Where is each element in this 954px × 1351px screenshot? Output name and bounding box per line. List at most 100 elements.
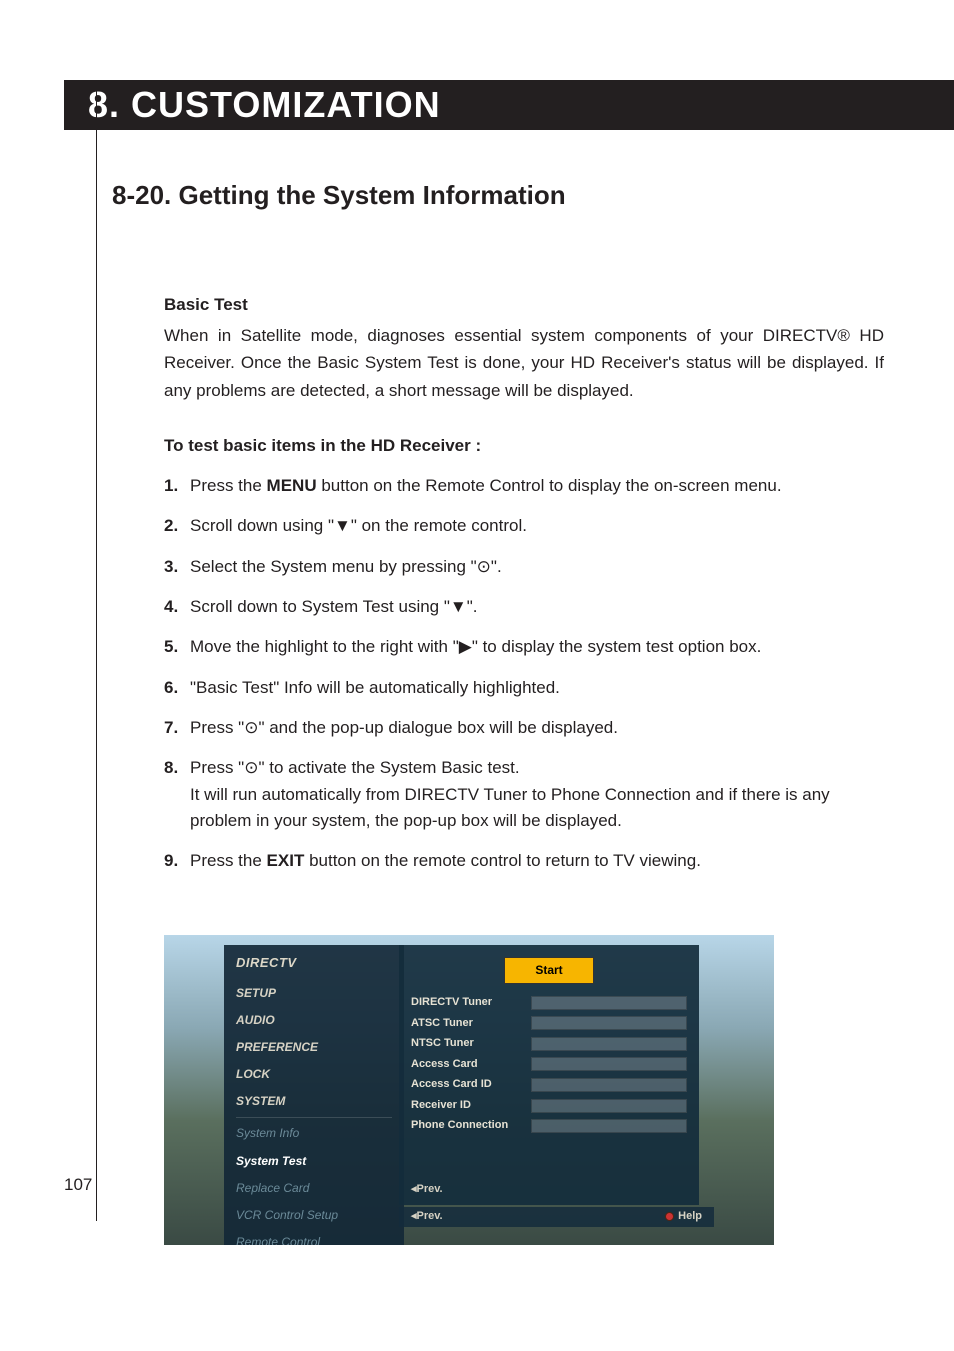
- step-text: "Basic Test" Info will be automatically …: [190, 675, 884, 701]
- row-label: Phone Connection: [411, 1117, 531, 1135]
- step-text-fragment: Scroll down using ": [190, 516, 334, 535]
- step-6: 6. "Basic Test" Info will be automatical…: [164, 675, 884, 701]
- test-row-directv-tuner: DIRECTV Tuner: [411, 994, 687, 1012]
- select-icon: ⊙: [477, 557, 491, 576]
- basic-test-heading: Basic Test: [164, 291, 884, 318]
- chapter-title: 8. CUSTOMIZATION: [88, 84, 441, 126]
- row-value: [531, 996, 687, 1010]
- step-text-fragment: Press the: [190, 476, 267, 495]
- step-number: 2.: [164, 513, 190, 539]
- sidebar-item-setup[interactable]: SETUP: [236, 980, 392, 1007]
- sidebar-item-system[interactable]: SYSTEM: [236, 1088, 392, 1115]
- step-text-fragment: " to display the system test option box.: [472, 637, 762, 656]
- steps-list: 1. Press the MENU button on the Remote C…: [164, 473, 884, 875]
- test-row-receiver-id: Receiver ID: [411, 1097, 687, 1115]
- brand-label: DIRECTV: [236, 953, 392, 974]
- step-text: Scroll down using "▼" on the remote cont…: [190, 513, 884, 539]
- step-text-fragment: ".: [467, 597, 478, 616]
- step-number: 7.: [164, 715, 190, 741]
- sidebar-item-audio[interactable]: AUDIO: [236, 1007, 392, 1034]
- page-number: 107: [64, 1175, 92, 1195]
- chapter-header-bar: 8. CUSTOMIZATION: [64, 80, 954, 130]
- test-row-access-card-id: Access Card ID: [411, 1076, 687, 1094]
- left-rule: [96, 80, 97, 1221]
- step-text: Press "⊙" to activate the System Basic t…: [190, 755, 884, 834]
- help-dot-icon: [665, 1212, 674, 1221]
- test-row-ntsc-tuner: NTSC Tuner: [411, 1035, 687, 1053]
- step-text-fragment: " and the pop-up dialogue box will be di…: [258, 718, 618, 737]
- instructions-heading: To test basic items in the HD Receiver :: [164, 432, 884, 459]
- step-8: 8. Press "⊙" to activate the System Basi…: [164, 755, 884, 834]
- step-4: 4. Scroll down to System Test using "▼".: [164, 594, 884, 620]
- row-value: [531, 1099, 687, 1113]
- sidebar-item-system-test[interactable]: System Test: [236, 1148, 392, 1175]
- row-label: Access Card ID: [411, 1076, 531, 1094]
- step-text-fragment: Move the highlight to the right with ": [190, 637, 459, 656]
- step-text: Press the MENU button on the Remote Cont…: [190, 473, 884, 499]
- step-text: Move the highlight to the right with "▶"…: [190, 634, 884, 660]
- select-icon: ⊙: [244, 758, 258, 777]
- body-text: Basic Test When in Satellite mode, diagn…: [164, 291, 884, 1245]
- system-test-panel: Start DIRECTV Tuner ATSC Tuner NTSC Tune…: [399, 945, 699, 1205]
- sidebar-item-preference[interactable]: PREFERENCE: [236, 1034, 392, 1061]
- step-text-fragment: It will run automatically from DIRECTV T…: [190, 785, 830, 830]
- section-title: 8-20. Getting the System Information: [112, 180, 892, 211]
- basic-test-paragraph: When in Satellite mode, diagnoses essent…: [164, 322, 884, 404]
- down-arrow-icon: ▼: [450, 597, 467, 616]
- test-row-phone-connection: Phone Connection: [411, 1117, 687, 1135]
- sidebar-item-system-info[interactable]: System Info: [236, 1120, 392, 1147]
- right-arrow-icon: ▶: [459, 637, 472, 656]
- step-text-fragment: Scroll down to System Test using ": [190, 597, 450, 616]
- step-text-fragment: " to activate the System Basic test.: [258, 758, 519, 777]
- down-arrow-icon: ▼: [334, 516, 351, 535]
- test-row-atsc-tuner: ATSC Tuner: [411, 1015, 687, 1033]
- panel-bottom-bar: ◂Prev. Help: [399, 1207, 714, 1227]
- sidebar-item-vcr-setup[interactable]: VCR Control Setup: [236, 1202, 392, 1229]
- step-text: Select the System menu by pressing "⊙".: [190, 554, 884, 580]
- step-text-fragment: Press the: [190, 851, 267, 870]
- row-value: [531, 1016, 687, 1030]
- step-5: 5. Move the highlight to the right with …: [164, 634, 884, 660]
- menu-bold: MENU: [267, 476, 317, 495]
- row-value: [531, 1078, 687, 1092]
- step-9: 9. Press the EXIT button on the remote c…: [164, 848, 884, 874]
- step-text-fragment: " on the remote control.: [351, 516, 527, 535]
- step-number: 4.: [164, 594, 190, 620]
- step-1: 1. Press the MENU button on the Remote C…: [164, 473, 884, 499]
- step-number: 9.: [164, 848, 190, 874]
- step-text-fragment: Press ": [190, 718, 244, 737]
- row-label: NTSC Tuner: [411, 1035, 531, 1053]
- manual-page: 8. CUSTOMIZATION 8-20. Getting the Syste…: [0, 0, 954, 1351]
- step-2: 2. Scroll down using "▼" on the remote c…: [164, 513, 884, 539]
- step-text-fragment: ".: [491, 557, 502, 576]
- step-text-fragment: button on the Remote Control to display …: [317, 476, 782, 495]
- help-hint: Help: [665, 1208, 702, 1226]
- help-label: Help: [678, 1210, 702, 1222]
- sidebar-item-lock[interactable]: LOCK: [236, 1061, 392, 1088]
- row-value: [531, 1057, 687, 1071]
- step-text: Scroll down to System Test using "▼".: [190, 594, 884, 620]
- step-text-fragment: Select the System menu by pressing ": [190, 557, 477, 576]
- test-row-access-card: Access Card: [411, 1056, 687, 1074]
- step-text-fragment: Press ": [190, 758, 244, 777]
- step-number: 6.: [164, 675, 190, 701]
- row-value: [531, 1037, 687, 1051]
- step-number: 1.: [164, 473, 190, 499]
- step-text: Press the EXIT button on the remote cont…: [190, 848, 884, 874]
- row-label: Receiver ID: [411, 1097, 531, 1115]
- tv-screenshot: DIRECTV SETUP AUDIO PREFERENCE LOCK SYST…: [164, 935, 774, 1245]
- menu-sidebar: DIRECTV SETUP AUDIO PREFERENCE LOCK SYST…: [224, 945, 404, 1245]
- sidebar-item-replace-card[interactable]: Replace Card: [236, 1175, 392, 1202]
- prev-hint-outer: ◂Prev.: [411, 1208, 443, 1226]
- step-3: 3. Select the System menu by pressing "⊙…: [164, 554, 884, 580]
- content-area: 8-20. Getting the System Information Bas…: [112, 180, 892, 1245]
- sidebar-item-remote-control[interactable]: Remote Control: [236, 1229, 392, 1245]
- row-label: DIRECTV Tuner: [411, 994, 531, 1012]
- step-text: Press "⊙" and the pop-up dialogue box wi…: [190, 715, 884, 741]
- start-button[interactable]: Start: [504, 957, 594, 984]
- step-text-fragment: button on the remote control to return t…: [304, 851, 701, 870]
- step-number: 8.: [164, 755, 190, 834]
- row-label: ATSC Tuner: [411, 1015, 531, 1033]
- exit-bold: EXIT: [267, 851, 305, 870]
- select-icon: ⊙: [244, 718, 258, 737]
